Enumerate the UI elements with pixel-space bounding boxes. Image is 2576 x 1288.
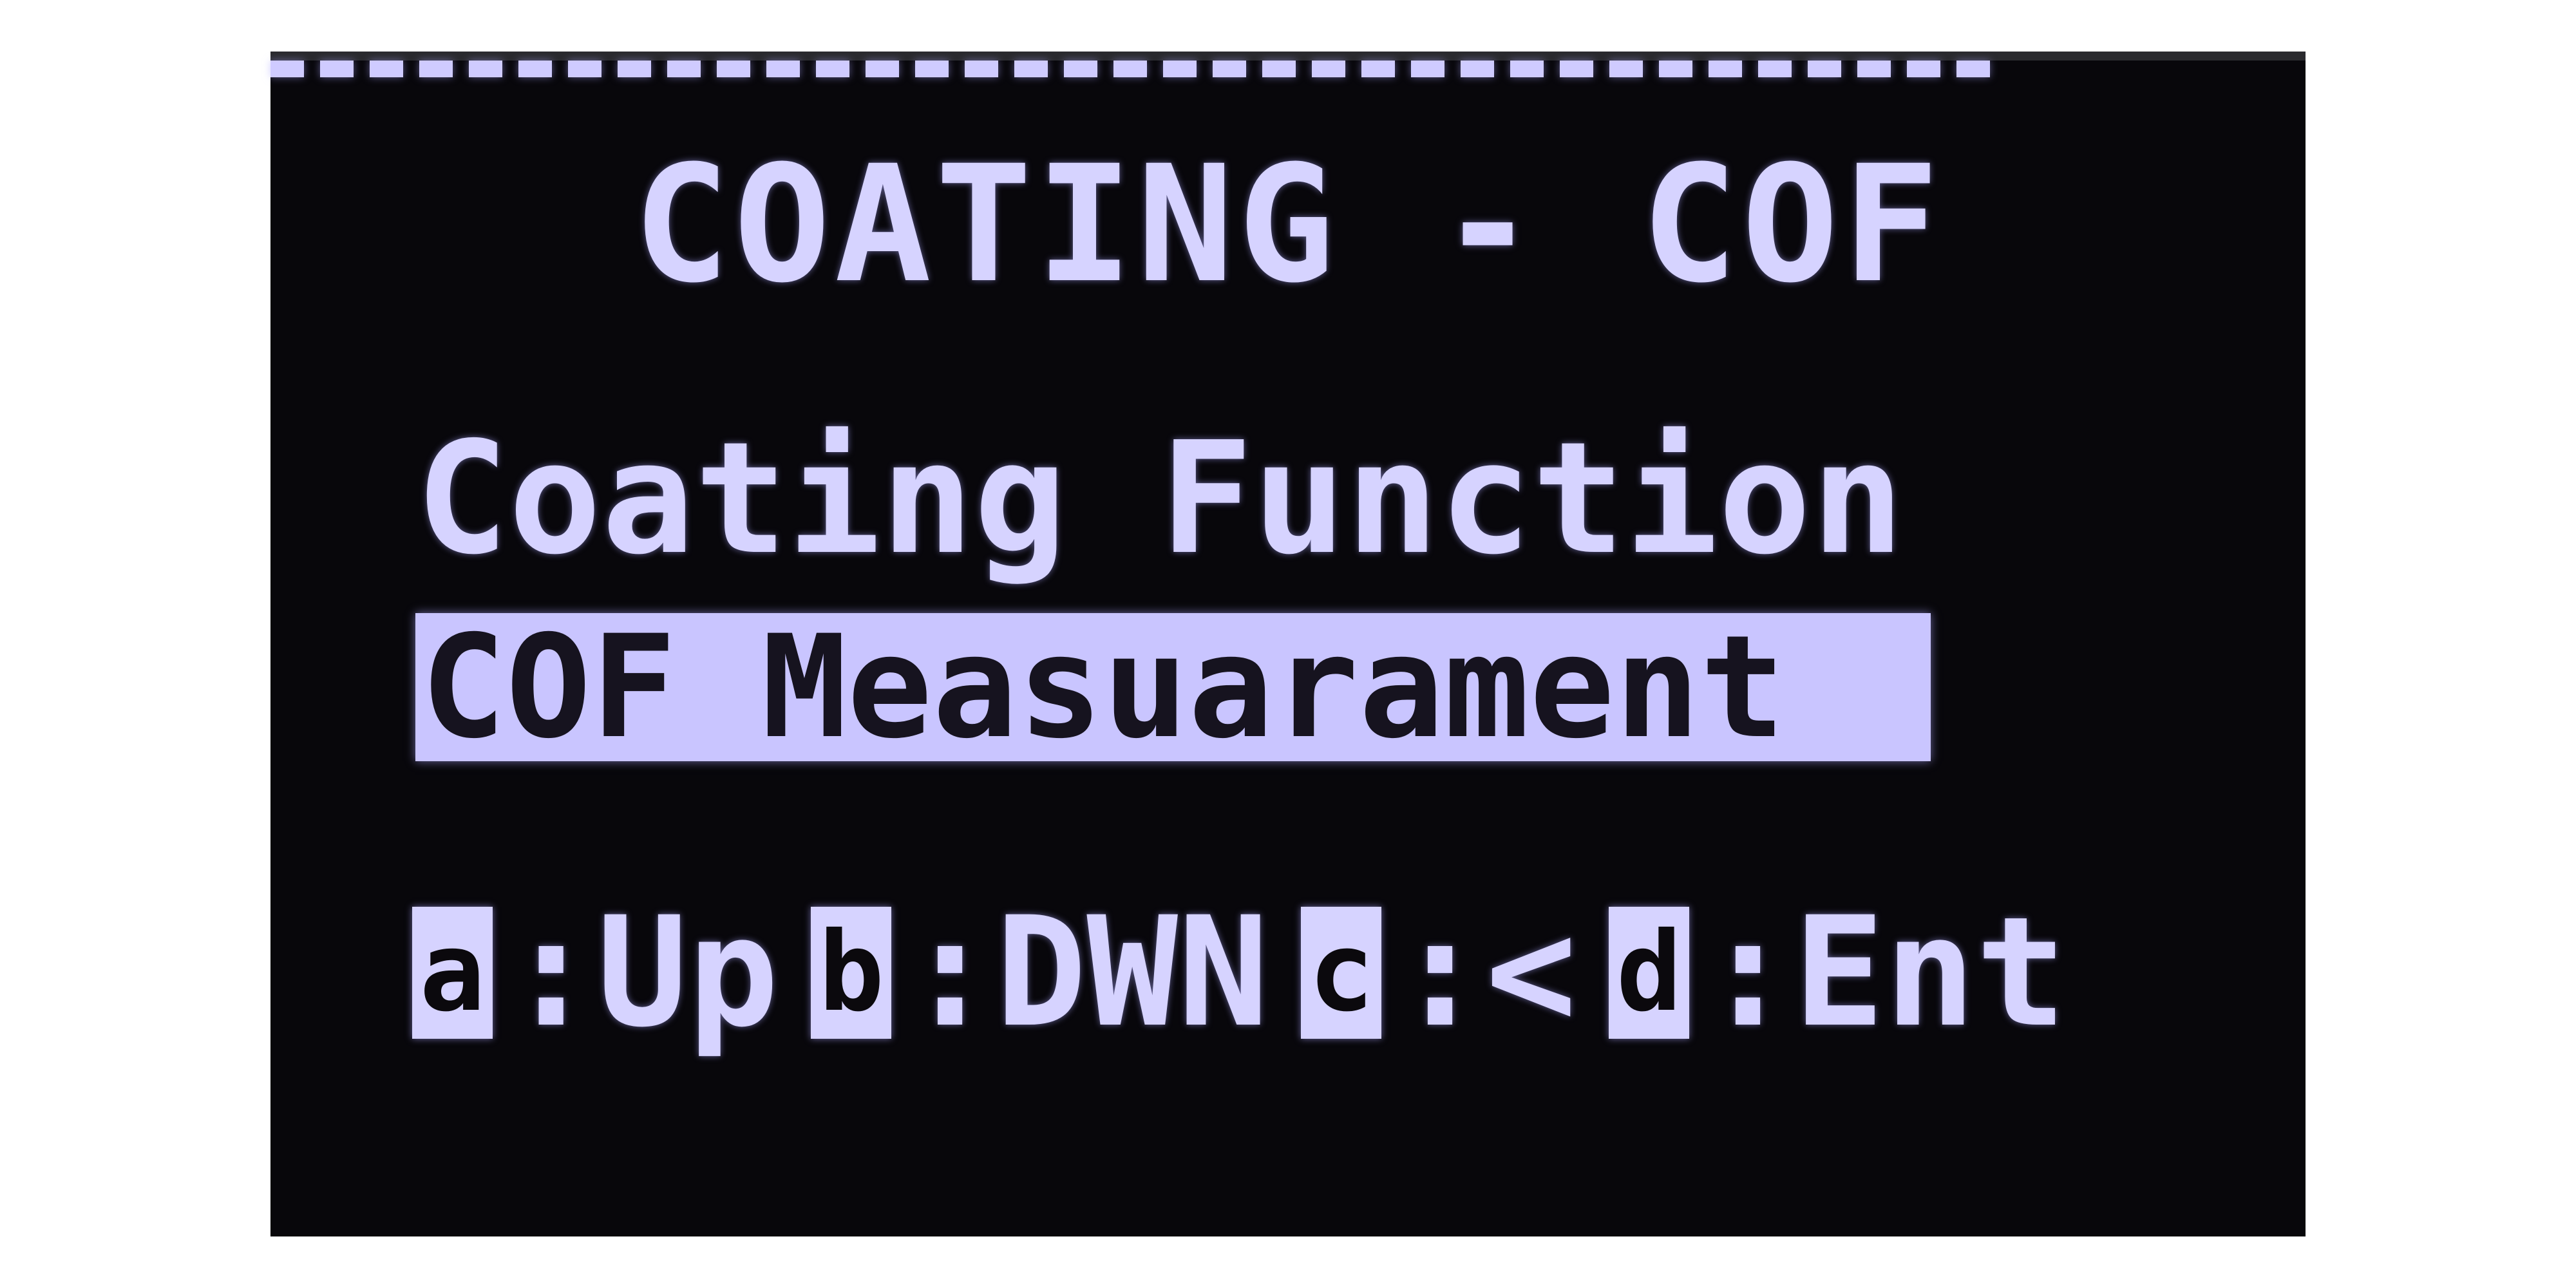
oled-display-frame: COATING - COF Coating Function COF Measu…: [270, 52, 2306, 1236]
menu-item-cof-measurement-selected[interactable]: COF Measuarament: [415, 613, 1931, 761]
key-c-label: :<: [1394, 885, 1577, 1061]
key-a-up[interactable]: a :Up: [412, 885, 779, 1061]
key-c-back[interactable]: c :<: [1301, 885, 1577, 1061]
key-a-label: :Up: [506, 885, 779, 1061]
key-b-label: :DWN: [904, 885, 1269, 1061]
menu-item-coating-function[interactable]: Coating Function: [415, 421, 1904, 576]
key-d-label: :Ent: [1702, 885, 2067, 1061]
key-d-enter[interactable]: d :Ent: [1609, 885, 2067, 1061]
screen-title: COATING - COF: [632, 131, 1944, 318]
oled-screen: COATING - COF Coating Function COF Measu…: [270, 61, 2306, 1236]
key-d-icon: d: [1609, 907, 1690, 1039]
key-b-icon: b: [811, 907, 892, 1039]
key-legend: a :Up b :DWN c :< d :Ent: [412, 885, 2099, 1061]
key-c-icon: c: [1301, 907, 1382, 1039]
key-b-down[interactable]: b :DWN: [811, 885, 1269, 1061]
title-divider: [270, 61, 1990, 77]
key-a-icon: a: [412, 907, 493, 1039]
